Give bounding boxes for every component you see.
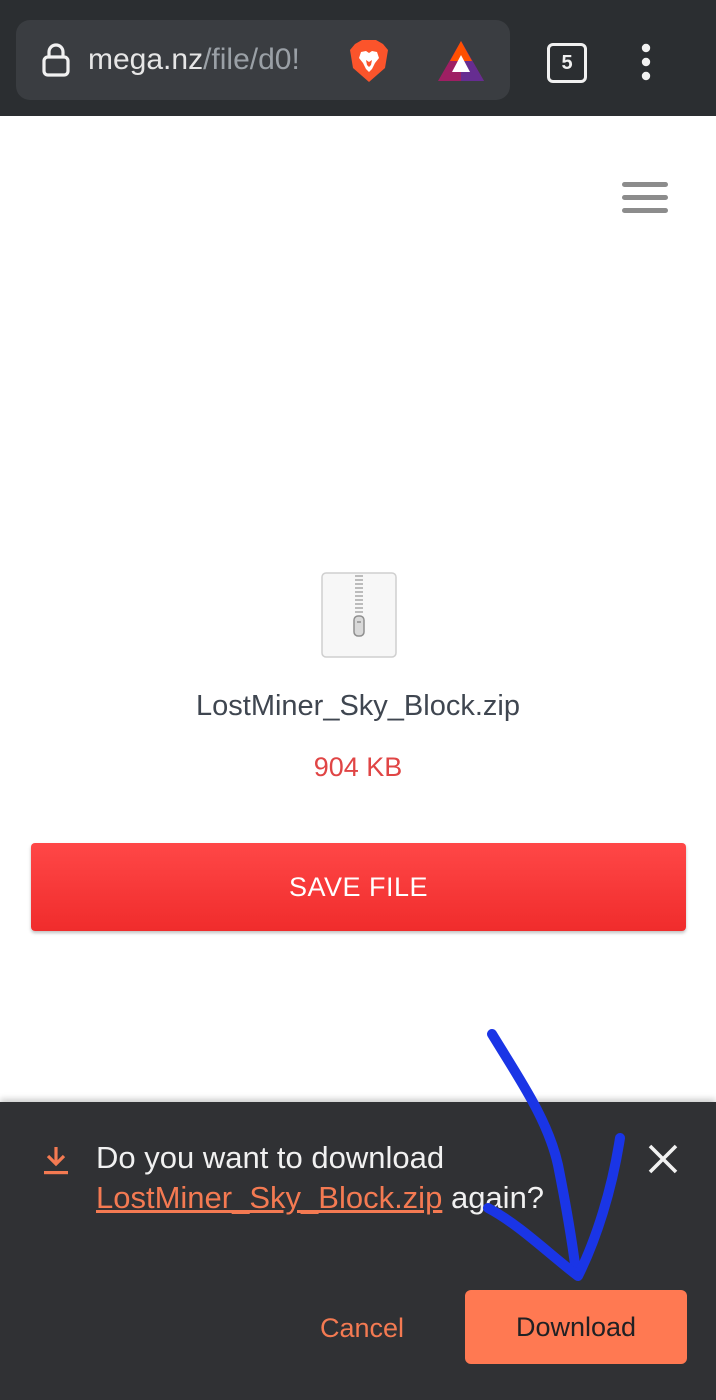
cancel-button[interactable]: Cancel [300,1290,424,1366]
download-prompt-bar: Do you want to download LostMiner_Sky_Bl… [0,1102,716,1400]
url-host: mega.nz [88,43,204,76]
bat-rewards-icon[interactable] [436,38,486,84]
close-icon[interactable] [646,1142,680,1176]
zip-file-icon [321,572,397,658]
file-size: 904 KB [313,752,403,782]
lock-icon [42,43,70,77]
brave-shield-icon[interactable] [346,38,392,84]
download-prompt-message: Do you want to download LostMiner_Sky_Bl… [96,1138,616,1218]
prompt-suffix: again? [450,1180,545,1215]
address-bar[interactable]: mega.nz/file/d0! [16,20,510,100]
url-text[interactable]: mega.nz/file/d0! [88,40,338,80]
prompt-prefix: Do you want to download [96,1140,445,1175]
url-path: /file/d0! [203,43,300,76]
save-file-button[interactable]: SAVE FILE [31,843,686,931]
overflow-menu-icon[interactable] [632,42,660,82]
hamburger-menu-icon[interactable] [622,182,668,214]
download-button[interactable]: Download [465,1290,687,1364]
tab-switcher-button[interactable]: 5 [547,43,587,83]
download-icon [44,1147,68,1175]
file-name: LostMiner_Sky_Block.zip [196,690,520,722]
prompt-file-link[interactable]: LostMiner_Sky_Block.zip [96,1180,442,1215]
browser-toolbar: mega.nz/file/d0! 5 [0,0,716,116]
